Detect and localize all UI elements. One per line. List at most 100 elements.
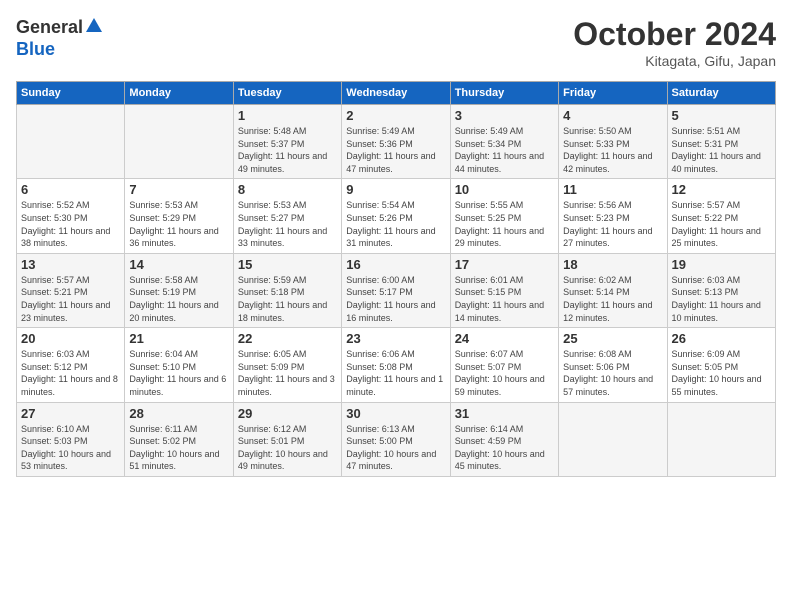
calendar-cell: 10Sunrise: 5:55 AMSunset: 5:25 PMDayligh…: [450, 179, 558, 253]
day-header-saturday: Saturday: [667, 82, 775, 105]
calendar-cell: 8 Sunrise: 5:53 AMSunset: 5:27 PMDaylight…: [233, 179, 341, 253]
calendar-cell: 30 Sunrise: 6:13 AMSunset: 5:00 PMDayligh…: [342, 402, 450, 476]
cell-info: Sunrise: 6:06 AMSunset: 5:08 PMDaylight:…: [346, 348, 445, 398]
day-number: 17: [455, 257, 554, 272]
day-number: 7: [129, 182, 228, 197]
header: General Blue October 2024 Kitagata, Gifu…: [16, 16, 776, 69]
day-number: 23: [346, 331, 445, 346]
day-number: 13: [21, 257, 120, 272]
week-row-1: 6 Sunrise: 5:52 AMSunset: 5:30 PMDaylight…: [17, 179, 776, 253]
day-number: 12: [672, 182, 771, 197]
day-number: 3: [455, 108, 554, 123]
calendar-cell: 7 Sunrise: 5:53 AMSunset: 5:29 PMDaylight…: [125, 179, 233, 253]
cell-info: Sunrise: 6:11 AMSunset: 5:02 PMDaylight:…: [129, 423, 228, 473]
calendar-cell: 16 Sunrise: 6:00 AMSunset: 5:17 PMDayligh…: [342, 253, 450, 327]
day-number: 26: [672, 331, 771, 346]
cell-info: Sunrise: 5:53 AMSunset: 5:29 PMDaylight:…: [129, 199, 228, 249]
calendar-cell: [559, 402, 667, 476]
day-number: 25: [563, 331, 662, 346]
cell-info: Sunrise: 5:53 AMSunset: 5:27 PMDaylight:…: [238, 199, 337, 249]
calendar-cell: 27 Sunrise: 6:10 AMSunset: 5:03 PMDayligh…: [17, 402, 125, 476]
calendar-cell: 20 Sunrise: 6:03 AMSunset: 5:12 PMDayligh…: [17, 328, 125, 402]
calendar-cell: 1Sunrise: 5:48 AMSunset: 5:37 PMDaylight…: [233, 105, 341, 179]
day-number: 20: [21, 331, 120, 346]
day-number: 9: [346, 182, 445, 197]
cell-info: Sunrise: 6:07 AMSunset: 5:07 PMDaylight:…: [455, 348, 554, 398]
logo-blue: Blue: [16, 39, 55, 59]
calendar-cell: [667, 402, 775, 476]
calendar-table: SundayMondayTuesdayWednesdayThursdayFrid…: [16, 81, 776, 477]
cell-info: Sunrise: 5:52 AMSunset: 5:30 PMDaylight:…: [21, 199, 120, 249]
calendar-cell: 11 Sunrise: 5:56 AMSunset: 5:23 PMDayligh…: [559, 179, 667, 253]
cell-info: Sunrise: 5:56 AMSunset: 5:23 PMDaylight:…: [563, 199, 662, 249]
day-number: 5: [672, 108, 771, 123]
calendar-cell: 25 Sunrise: 6:08 AMSunset: 5:06 PMDayligh…: [559, 328, 667, 402]
calendar-cell: 26 Sunrise: 6:09 AMSunset: 5:05 PMDayligh…: [667, 328, 775, 402]
day-header-tuesday: Tuesday: [233, 82, 341, 105]
calendar-cell: 18Sunrise: 6:02 AMSunset: 5:14 PMDayligh…: [559, 253, 667, 327]
calendar-cell: 21Sunrise: 6:04 AMSunset: 5:10 PMDayligh…: [125, 328, 233, 402]
cell-info: Sunrise: 6:10 AMSunset: 5:03 PMDaylight:…: [21, 423, 120, 473]
cell-info: Sunrise: 6:00 AMSunset: 5:17 PMDaylight:…: [346, 274, 445, 324]
calendar-cell: [125, 105, 233, 179]
day-number: 15: [238, 257, 337, 272]
cell-info: Sunrise: 6:12 AMSunset: 5:01 PMDaylight:…: [238, 423, 337, 473]
cell-info: Sunrise: 5:50 AMSunset: 5:33 PMDaylight:…: [563, 125, 662, 175]
cell-info: Sunrise: 6:01 AMSunset: 5:15 PMDaylight:…: [455, 274, 554, 324]
cell-info: Sunrise: 6:03 AMSunset: 5:12 PMDaylight:…: [21, 348, 120, 398]
cell-info: Sunrise: 5:51 AMSunset: 5:31 PMDaylight:…: [672, 125, 771, 175]
day-number: 27: [21, 406, 120, 421]
cell-info: Sunrise: 5:55 AMSunset: 5:25 PMDaylight:…: [455, 199, 554, 249]
calendar-cell: 19Sunrise: 6:03 AMSunset: 5:13 PMDayligh…: [667, 253, 775, 327]
day-number: 30: [346, 406, 445, 421]
day-number: 16: [346, 257, 445, 272]
day-header-friday: Friday: [559, 82, 667, 105]
calendar-cell: 15Sunrise: 5:59 AMSunset: 5:18 PMDayligh…: [233, 253, 341, 327]
calendar-cell: 6 Sunrise: 5:52 AMSunset: 5:30 PMDaylight…: [17, 179, 125, 253]
calendar-cell: 4Sunrise: 5:50 AMSunset: 5:33 PMDaylight…: [559, 105, 667, 179]
day-header-sunday: Sunday: [17, 82, 125, 105]
calendar-cell: 31Sunrise: 6:14 AMSunset: 4:59 PMDayligh…: [450, 402, 558, 476]
calendar-cell: 9Sunrise: 5:54 AMSunset: 5:26 PMDaylight…: [342, 179, 450, 253]
calendar-cell: 24 Sunrise: 6:07 AMSunset: 5:07 PMDayligh…: [450, 328, 558, 402]
day-number: 28: [129, 406, 228, 421]
week-row-0: 1Sunrise: 5:48 AMSunset: 5:37 PMDaylight…: [17, 105, 776, 179]
cell-info: Sunrise: 6:08 AMSunset: 5:06 PMDaylight:…: [563, 348, 662, 398]
day-number: 14: [129, 257, 228, 272]
week-row-2: 13Sunrise: 5:57 AMSunset: 5:21 PMDayligh…: [17, 253, 776, 327]
cell-info: Sunrise: 5:48 AMSunset: 5:37 PMDaylight:…: [238, 125, 337, 175]
title-block: October 2024 Kitagata, Gifu, Japan: [573, 16, 776, 69]
calendar-cell: 3 Sunrise: 5:49 AMSunset: 5:34 PMDaylight…: [450, 105, 558, 179]
day-number: 6: [21, 182, 120, 197]
day-header-thursday: Thursday: [450, 82, 558, 105]
month-title: October 2024: [573, 16, 776, 53]
cell-info: Sunrise: 5:57 AMSunset: 5:22 PMDaylight:…: [672, 199, 771, 249]
day-number: 29: [238, 406, 337, 421]
calendar-cell: [17, 105, 125, 179]
day-header-wednesday: Wednesday: [342, 82, 450, 105]
cell-info: Sunrise: 6:14 AMSunset: 4:59 PMDaylight:…: [455, 423, 554, 473]
calendar-cell: 2Sunrise: 5:49 AMSunset: 5:36 PMDaylight…: [342, 105, 450, 179]
day-number: 22: [238, 331, 337, 346]
logo: General Blue: [16, 16, 103, 60]
calendar-cell: 22 Sunrise: 6:05 AMSunset: 5:09 PMDayligh…: [233, 328, 341, 402]
day-header-monday: Monday: [125, 82, 233, 105]
cell-info: Sunrise: 6:03 AMSunset: 5:13 PMDaylight:…: [672, 274, 771, 324]
day-number: 2: [346, 108, 445, 123]
logo-icon: [85, 16, 103, 39]
cell-info: Sunrise: 5:58 AMSunset: 5:19 PMDaylight:…: [129, 274, 228, 324]
page-container: General Blue October 2024 Kitagata, Gifu…: [0, 0, 792, 485]
calendar-cell: 13Sunrise: 5:57 AMSunset: 5:21 PMDayligh…: [17, 253, 125, 327]
calendar-cell: 5 Sunrise: 5:51 AMSunset: 5:31 PMDaylight…: [667, 105, 775, 179]
header-row: SundayMondayTuesdayWednesdayThursdayFrid…: [17, 82, 776, 105]
location: Kitagata, Gifu, Japan: [573, 53, 776, 69]
cell-info: Sunrise: 6:05 AMSunset: 5:09 PMDaylight:…: [238, 348, 337, 398]
cell-info: Sunrise: 6:13 AMSunset: 5:00 PMDaylight:…: [346, 423, 445, 473]
week-row-4: 27 Sunrise: 6:10 AMSunset: 5:03 PMDayligh…: [17, 402, 776, 476]
cell-info: Sunrise: 5:49 AMSunset: 5:34 PMDaylight:…: [455, 125, 554, 175]
day-number: 8: [238, 182, 337, 197]
day-number: 24: [455, 331, 554, 346]
calendar-cell: 12 Sunrise: 5:57 AMSunset: 5:22 PMDayligh…: [667, 179, 775, 253]
cell-info: Sunrise: 6:09 AMSunset: 5:05 PMDaylight:…: [672, 348, 771, 398]
day-number: 11: [563, 182, 662, 197]
